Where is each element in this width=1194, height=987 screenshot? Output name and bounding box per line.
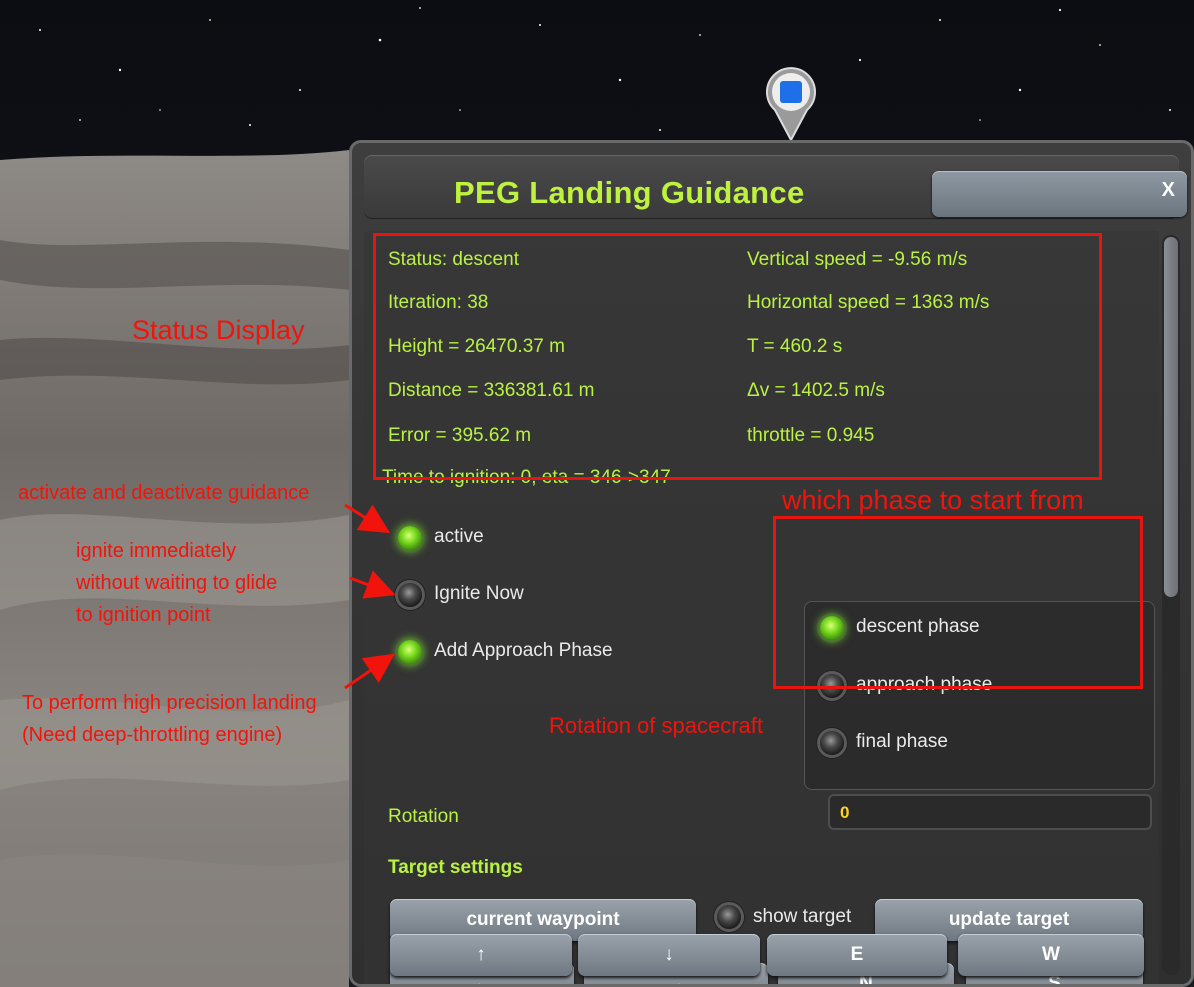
phase-highlight xyxy=(773,516,1143,689)
move-down-button[interactable]: ↓ xyxy=(578,934,760,976)
east-button[interactable]: E xyxy=(767,934,947,976)
add-approach-label[interactable]: Add Approach Phase xyxy=(434,640,613,662)
precision-annotation-line-1: To perform high precision landing xyxy=(22,692,317,714)
active-label[interactable]: active xyxy=(434,526,484,548)
final-phase-label[interactable]: final phase xyxy=(856,731,948,753)
ignite-annotation-line-2: without waiting to glide xyxy=(76,572,278,594)
show-target-label[interactable]: show target xyxy=(753,906,851,928)
ignite-annotation-line-1: ignite immediately xyxy=(76,540,237,562)
window-titlebar[interactable]: PEG Landing Guidance X xyxy=(364,155,1187,219)
move-up-button[interactable]: ↑ xyxy=(390,934,572,976)
status-display-annotation: Status Display xyxy=(132,315,305,345)
show-target-toggle[interactable] xyxy=(717,905,741,929)
ignite-now-label[interactable]: Ignite Now xyxy=(434,583,524,605)
rotation-value[interactable]: 0 xyxy=(840,803,849,823)
ignite-now-toggle[interactable] xyxy=(398,583,422,607)
precision-annotation-line-2: (Need deep-throttling engine) xyxy=(22,724,283,746)
phase-annotation: which phase to start from xyxy=(782,485,1084,515)
scrollbar-thumb[interactable] xyxy=(1164,237,1178,597)
activate-annotation: activate and deactivate guidance xyxy=(18,482,310,504)
ignite-annotation-line-3: to ignition point xyxy=(76,604,211,626)
rotation-input[interactable]: 0 xyxy=(828,794,1152,830)
active-toggle[interactable] xyxy=(398,526,422,550)
rotation-annotation: Rotation of spacecraft xyxy=(549,713,764,738)
window-title: PEG Landing Guidance xyxy=(454,175,805,210)
scrollbar[interactable] xyxy=(1162,235,1180,975)
final-phase-radio[interactable] xyxy=(820,731,844,755)
close-button[interactable]: X xyxy=(932,171,1187,217)
status-display-highlight xyxy=(373,233,1102,480)
add-approach-toggle[interactable] xyxy=(398,640,422,664)
rotation-label: Rotation xyxy=(388,806,459,827)
west-button[interactable]: W xyxy=(958,934,1144,976)
target-settings-heading: Target settings xyxy=(388,857,523,878)
